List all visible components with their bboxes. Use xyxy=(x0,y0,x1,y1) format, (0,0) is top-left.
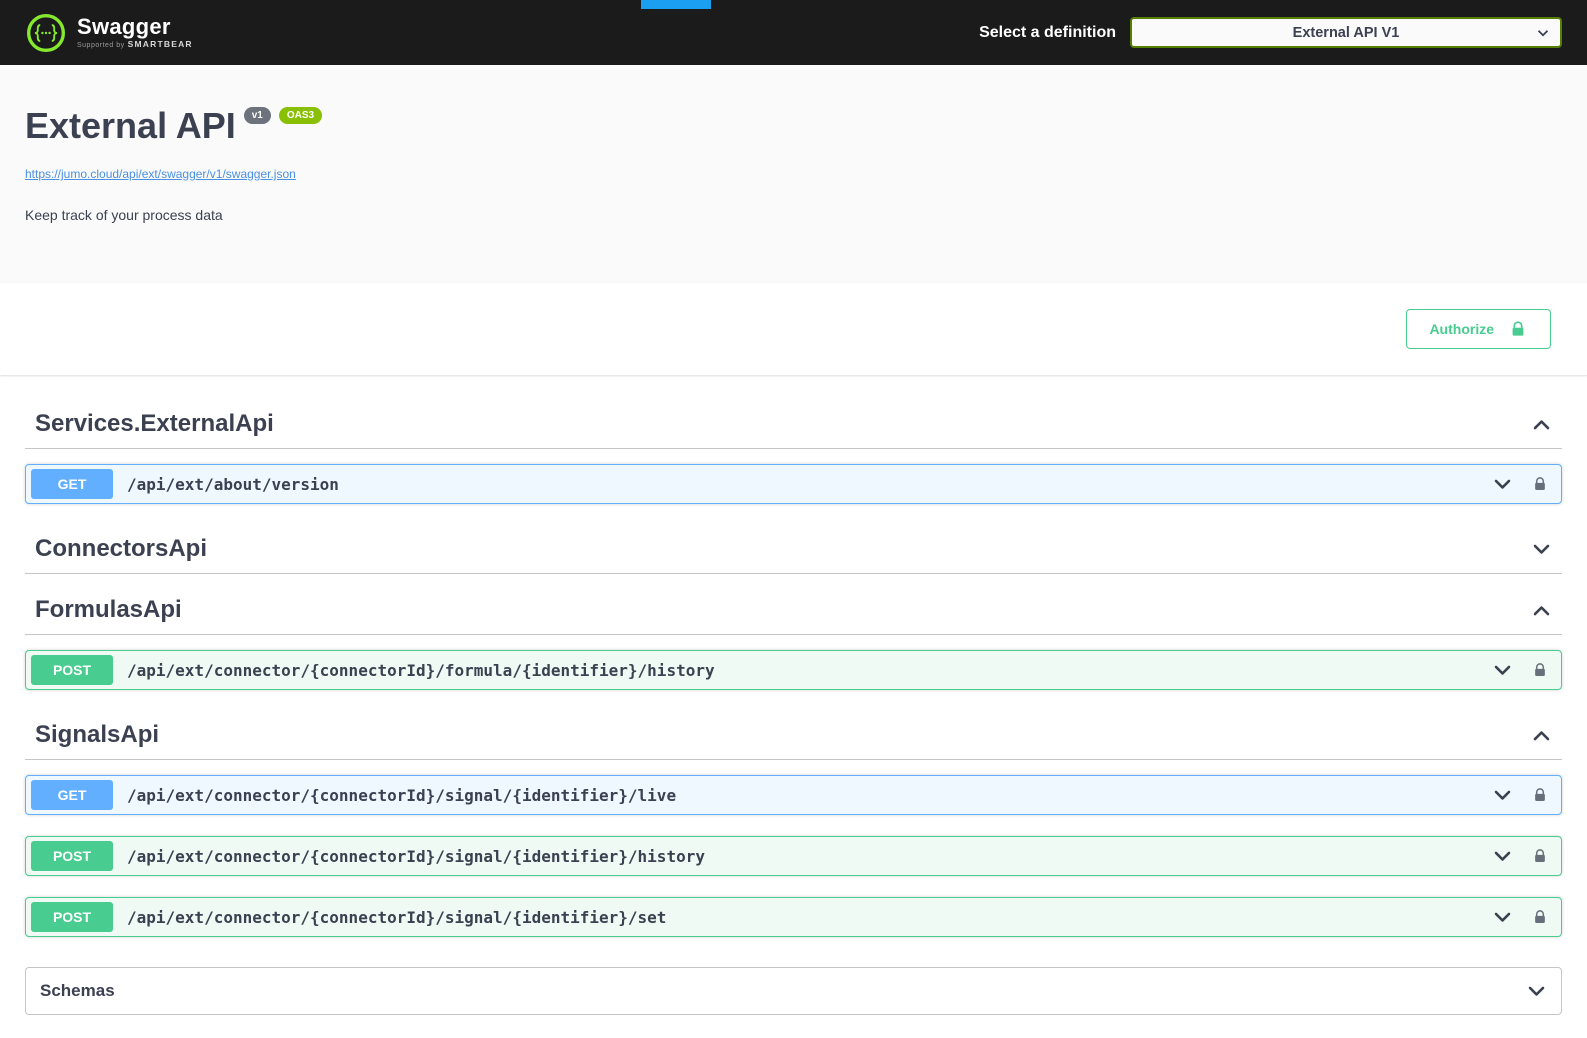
method-badge: POST xyxy=(31,902,113,932)
operations-wrapper: Services.ExternalApi GET /api/ext/about/… xyxy=(0,375,1587,937)
method-badge: POST xyxy=(31,655,113,685)
lock-icon xyxy=(1508,319,1528,339)
version-badge: v1 xyxy=(244,107,271,124)
select-definition-label: Select a definition xyxy=(979,24,1116,42)
operation-path: /api/ext/connector/{connectorId}/signal/… xyxy=(127,847,1492,866)
tag-section-services-externalapi: Services.ExternalApi GET /api/ext/about/… xyxy=(25,400,1562,504)
lock-icon[interactable] xyxy=(1531,786,1549,804)
lock-icon[interactable] xyxy=(1531,661,1549,679)
method-badge: GET xyxy=(31,780,113,810)
tag-title: SignalsApi xyxy=(35,721,159,749)
logo-wordmark: Swagger xyxy=(77,15,193,39)
api-title-text: External API xyxy=(25,105,236,147)
swagger-logo[interactable]: Swagger Supported bySMARTBEAR xyxy=(25,12,193,54)
chevron-down-icon[interactable] xyxy=(1492,785,1513,806)
tag-title: ConnectorsApi xyxy=(35,535,207,563)
operation-row-get-signal-live[interactable]: GET /api/ext/connector/{connectorId}/sig… xyxy=(25,775,1562,815)
operation-row-post-formula-history[interactable]: POST /api/ext/connector/{connectorId}/fo… xyxy=(25,650,1562,690)
lock-icon[interactable] xyxy=(1531,847,1549,865)
tag-title: Services.ExternalApi xyxy=(35,410,274,438)
operation-path: /api/ext/connector/{connectorId}/signal/… xyxy=(127,908,1492,927)
chevron-down-icon[interactable] xyxy=(1492,474,1513,495)
chevron-down-icon xyxy=(1534,24,1552,42)
tag-title: FormulasApi xyxy=(35,596,182,624)
api-info-section: External API v1 OAS3 https://jumo.cloud/… xyxy=(0,65,1587,283)
tag-header-connectorsapi[interactable]: ConnectorsApi xyxy=(25,525,1562,574)
lock-icon[interactable] xyxy=(1531,475,1549,493)
definition-select[interactable]: External API V1 xyxy=(1130,17,1562,48)
operation-path: /api/ext/about/version xyxy=(127,475,1492,494)
tag-section-signalsapi: SignalsApi GET /api/ext/connector/{conne… xyxy=(25,711,1562,937)
schemas-section[interactable]: Schemas xyxy=(25,967,1562,1015)
api-title: External API v1 OAS3 xyxy=(25,105,1562,147)
lock-icon[interactable] xyxy=(1531,908,1549,926)
spec-url-link[interactable]: https://jumo.cloud/api/ext/swagger/v1/sw… xyxy=(25,167,296,181)
chevron-down-icon[interactable] xyxy=(1492,907,1513,928)
tag-section-connectorsapi: ConnectorsApi xyxy=(25,525,1562,574)
chevron-up-icon[interactable] xyxy=(1531,600,1552,621)
topbar: Swagger Supported bySMARTBEAR Select a d… xyxy=(0,0,1587,65)
swagger-logo-icon xyxy=(25,12,67,54)
authorize-button[interactable]: Authorize xyxy=(1406,309,1551,349)
schemas-title: Schemas xyxy=(40,981,115,1001)
api-description: Keep track of your process data xyxy=(25,207,1562,223)
operation-path: /api/ext/connector/{connectorId}/formula… xyxy=(127,661,1492,680)
operations-list: GET /api/ext/connector/{connectorId}/sig… xyxy=(25,760,1562,937)
operation-row-post-signal-set[interactable]: POST /api/ext/connector/{connectorId}/si… xyxy=(25,897,1562,937)
chevron-up-icon[interactable] xyxy=(1531,725,1552,746)
operation-row-post-signal-history[interactable]: POST /api/ext/connector/{connectorId}/si… xyxy=(25,836,1562,876)
operation-row-get-about-version[interactable]: GET /api/ext/about/version xyxy=(25,464,1562,504)
tag-header-signalsapi[interactable]: SignalsApi xyxy=(25,711,1562,760)
authorize-label: Authorize xyxy=(1429,321,1494,337)
operation-path: /api/ext/connector/{connectorId}/signal/… xyxy=(127,786,1492,805)
top-accent-strip xyxy=(641,0,711,9)
chevron-down-icon[interactable] xyxy=(1526,981,1547,1002)
chevron-down-icon[interactable] xyxy=(1531,539,1552,560)
tag-section-formulasapi: FormulasApi POST /api/ext/connector/{con… xyxy=(25,586,1562,690)
chevron-down-icon[interactable] xyxy=(1492,846,1513,867)
tag-header-services-externalapi[interactable]: Services.ExternalApi xyxy=(25,400,1562,449)
chevron-up-icon[interactable] xyxy=(1531,414,1552,435)
auth-scheme-container: Authorize xyxy=(0,283,1587,375)
method-badge: GET xyxy=(31,469,113,499)
tag-header-formulasapi[interactable]: FormulasApi xyxy=(25,586,1562,635)
logo-subtitle: Supported bySMARTBEAR xyxy=(77,40,193,50)
method-badge: POST xyxy=(31,841,113,871)
operations-list: GET /api/ext/about/version xyxy=(25,449,1562,504)
operations-list: POST /api/ext/connector/{connectorId}/fo… xyxy=(25,635,1562,690)
definition-select-value: External API V1 xyxy=(1293,25,1400,41)
chevron-down-icon[interactable] xyxy=(1492,660,1513,681)
oas3-badge: OAS3 xyxy=(279,107,322,124)
